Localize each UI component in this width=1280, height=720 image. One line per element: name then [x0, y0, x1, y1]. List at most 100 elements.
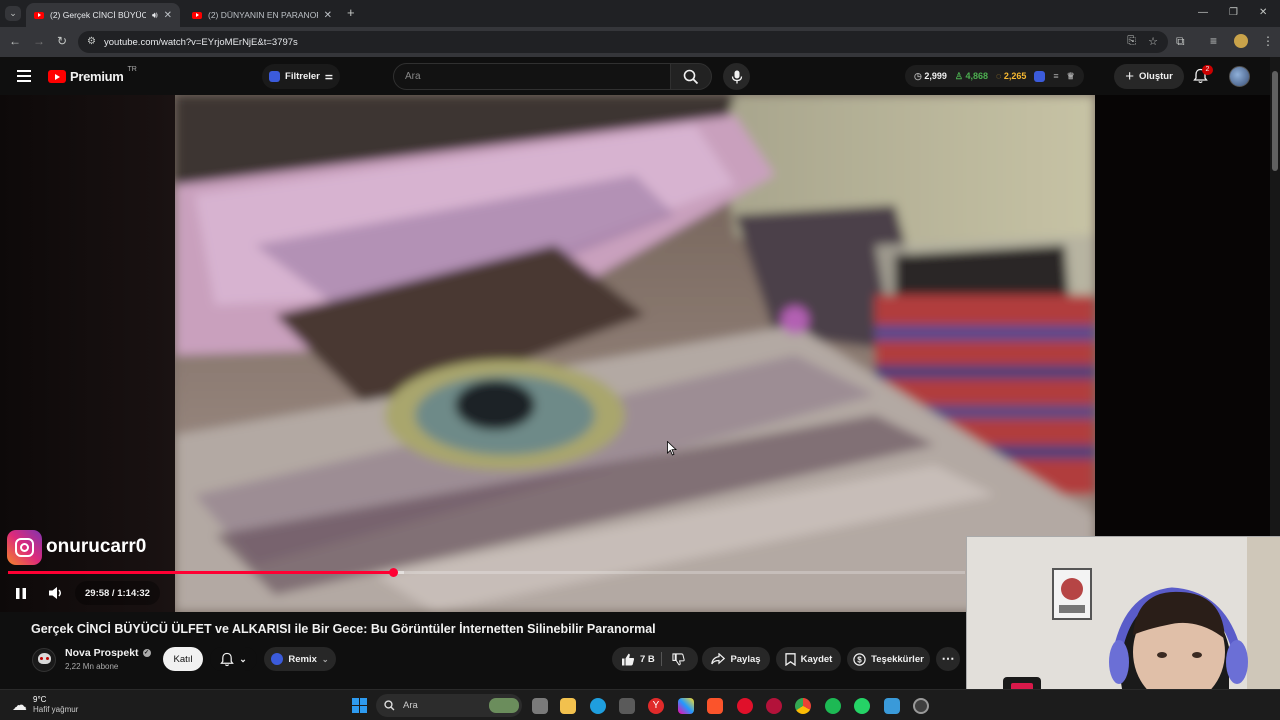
- progress-bar[interactable]: [8, 568, 965, 577]
- channel-name-row[interactable]: Nova Prospekt ✓: [65, 647, 151, 659]
- remix-label: Remix: [288, 653, 317, 665]
- channel-name[interactable]: Nova Prospekt: [65, 647, 139, 659]
- trophy-icon[interactable]: ♕: [1067, 71, 1075, 82]
- close-tab-icon[interactable]: ✕: [324, 10, 332, 21]
- opera-gx-icon[interactable]: [766, 698, 782, 714]
- share-icon: [711, 653, 726, 665]
- profile-icon[interactable]: [1234, 34, 1248, 48]
- reload-icon[interactable]: ↻: [57, 35, 67, 47]
- join-button[interactable]: Katıl: [163, 647, 203, 671]
- forward-icon[interactable]: →: [33, 35, 45, 47]
- url-text: youtube.com/watch?v=EYrjoMErNjE&t=3797s: [104, 36, 298, 48]
- search-input[interactable]: Ara: [393, 63, 671, 90]
- youtube-favicon-icon: [192, 11, 202, 19]
- volume-button[interactable]: [48, 586, 64, 600]
- yandex-icon[interactable]: Y: [648, 698, 664, 714]
- bookmark-star-icon[interactable]: ☆: [1148, 35, 1158, 48]
- notepad-icon[interactable]: [884, 698, 900, 714]
- opera-icon[interactable]: [737, 698, 753, 714]
- chrome-icon[interactable]: [795, 698, 811, 714]
- list-icon[interactable]: ≡: [1053, 71, 1058, 81]
- speaker-icon[interactable]: 🔊︎: [152, 10, 158, 21]
- bell-icon: [220, 652, 235, 666]
- like-count: 7 B: [640, 653, 655, 665]
- notifications-button[interactable]: 2: [1193, 65, 1213, 84]
- create-button[interactable]: + Oluştur: [1114, 64, 1184, 89]
- browser-tab-strip: ⌄ (2) Gerçek CİNCİ BÜYÜCÜ Ü 🔊︎ ✕ (2) DÜN…: [0, 0, 1280, 27]
- youtube-premium-logo[interactable]: Premium TR: [48, 66, 137, 84]
- voice-search-button[interactable]: [723, 63, 750, 90]
- instagram-icon: [7, 530, 42, 565]
- taskbar-search-input[interactable]: Ara: [376, 694, 522, 717]
- like-dislike-group: 7 B: [612, 647, 698, 671]
- youtube-favicon-icon: [34, 11, 44, 19]
- channel-avatar[interactable]: [32, 648, 56, 672]
- maximize-icon[interactable]: ❐: [1229, 7, 1238, 19]
- file-explorer-icon[interactable]: [560, 698, 576, 714]
- spotify-icon[interactable]: [825, 698, 841, 714]
- close-tab-icon[interactable]: ✕: [164, 10, 172, 21]
- extension-stats-bar[interactable]: ◷ 2,999 ♙ 4,868 ◌ 2,265 ≡ ♕: [905, 65, 1084, 87]
- dislike-button[interactable]: [672, 653, 685, 666]
- extensions-icon[interactable]: ⧉: [1176, 35, 1185, 47]
- pause-icon: [16, 588, 26, 599]
- weather-condition[interactable]: Hafif yağmur: [33, 705, 78, 714]
- more-actions-button[interactable]: ⋯: [936, 647, 960, 671]
- video-frame[interactable]: [175, 95, 1095, 612]
- thumbs-up-icon: [622, 653, 635, 665]
- obs-icon[interactable]: [913, 698, 929, 714]
- chrome-menu-icon[interactable]: ⋮: [1262, 35, 1274, 47]
- filters-button[interactable]: Filtreler ⚌: [262, 64, 340, 89]
- site-info-icon[interactable]: ⚙︎: [87, 36, 96, 47]
- search-icon: [384, 700, 395, 711]
- extension-icon[interactable]: [1034, 70, 1046, 82]
- tab-active[interactable]: (2) Gerçek CİNCİ BÜYÜCÜ Ü 🔊︎ ✕: [26, 3, 180, 27]
- task-view-icon[interactable]: [532, 698, 548, 714]
- thanks-button[interactable]: $ Teşekkürler: [847, 647, 930, 671]
- install-app-icon[interactable]: ⎘: [1127, 35, 1136, 48]
- avatar[interactable]: [1229, 66, 1250, 87]
- youtube-header: Premium TR Filtreler ⚌ Ara ◷ 2,999 ♙ 4,8…: [0, 57, 1270, 95]
- edge-icon[interactable]: [590, 698, 606, 714]
- super-thanks-icon: $: [853, 652, 866, 666]
- subscribed-bell-button[interactable]: ⌄: [210, 647, 257, 671]
- weather-temperature[interactable]: 9°C: [33, 695, 46, 704]
- store-icon[interactable]: [619, 698, 635, 714]
- chevron-down-icon: ⌄: [239, 653, 247, 664]
- verified-icon: ✓: [142, 649, 151, 657]
- share-button[interactable]: Paylaş: [702, 647, 770, 671]
- video-title: Gerçek CİNCİ BÜYÜCÜ ÜLFET ve ALKARISI il…: [31, 622, 656, 636]
- video-player[interactable]: onurucarr0 29:58 / 1:14:32: [0, 95, 1270, 612]
- brave-icon[interactable]: [707, 698, 723, 714]
- share-label: Paylaş: [730, 653, 761, 665]
- svg-text:$: $: [857, 655, 862, 664]
- media-controls-icon[interactable]: ≡: [1210, 35, 1217, 47]
- tab-inactive[interactable]: (2) DÜNYANIN EN PARANORM ✕: [184, 3, 340, 27]
- new-tab-icon[interactable]: +: [347, 6, 355, 19]
- search-button[interactable]: [670, 63, 712, 90]
- pause-button[interactable]: [15, 587, 27, 600]
- copilot-icon[interactable]: [678, 698, 694, 714]
- create-label: Oluştur: [1138, 71, 1173, 82]
- scrollbar-thumb[interactable]: [1272, 71, 1278, 171]
- save-button[interactable]: Kaydet: [776, 647, 841, 671]
- microphone-icon: [731, 70, 742, 83]
- views-stat: ◷ 2,999: [914, 70, 947, 81]
- windows-start-icon[interactable]: [352, 698, 367, 713]
- whatsapp-icon[interactable]: [854, 698, 870, 714]
- back-icon[interactable]: ←: [9, 35, 21, 47]
- minimize-icon[interactable]: —: [1198, 7, 1208, 19]
- subscriber-count: 2,22 Mn abone: [65, 662, 119, 671]
- close-window-icon[interactable]: ✕: [1259, 7, 1267, 19]
- windows-taskbar: ☁ 9°C Hafif yağmur Ara Y: [0, 689, 1280, 720]
- hamburger-menu-icon[interactable]: [17, 70, 31, 82]
- like-button[interactable]: 7 B: [621, 653, 655, 666]
- remix-button[interactable]: Remix ⌄: [264, 647, 336, 671]
- users-stat: ♙ 4,868: [954, 70, 989, 81]
- scrubber-handle[interactable]: [388, 568, 398, 577]
- coins-stat: ◌ 2,265: [996, 71, 1027, 81]
- url-field[interactable]: ⚙︎ youtube.com/watch?v=EYrjoMErNjE&t=379…: [78, 31, 1168, 53]
- mouse-cursor-icon: [667, 441, 677, 456]
- weather-icon[interactable]: ☁: [12, 696, 27, 714]
- tab-search-icon[interactable]: ⌄: [5, 6, 21, 21]
